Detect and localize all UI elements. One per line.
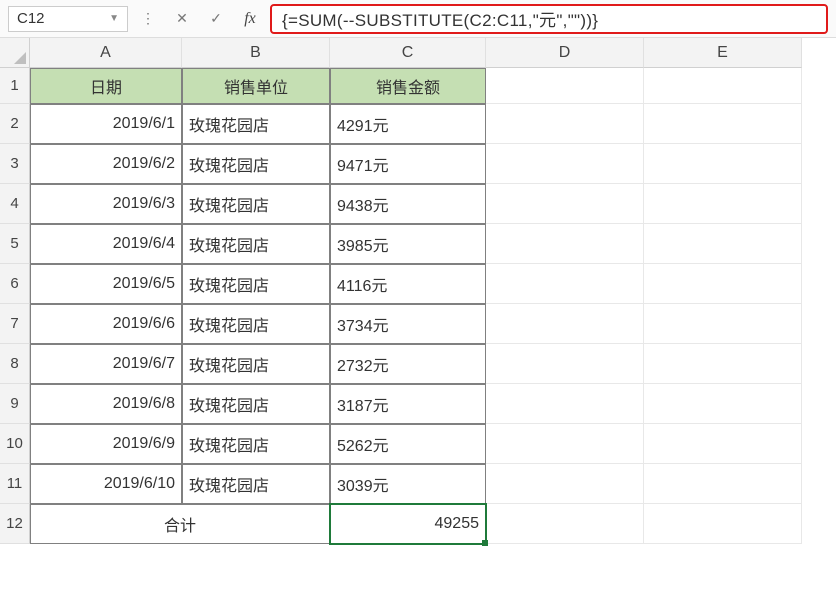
- cell-amount-6[interactable]: 4116元: [330, 264, 486, 304]
- formula-input[interactable]: {=SUM(--SUBSTITUTE(C2:C11,"元",""))}: [270, 4, 828, 34]
- cell-E5[interactable]: [644, 224, 802, 264]
- cell-branch-8[interactable]: 玫瑰花园店: [182, 344, 330, 384]
- cell-E9[interactable]: [644, 384, 802, 424]
- cancel-icon: ✕: [176, 10, 188, 27]
- cell-date-6[interactable]: 2019/6/5: [30, 264, 182, 304]
- cell-E4[interactable]: [644, 184, 802, 224]
- row-header-8[interactable]: 8: [0, 344, 30, 384]
- header-branch[interactable]: 销售单位: [182, 68, 330, 104]
- cell-date-10[interactable]: 2019/6/9: [30, 424, 182, 464]
- cell-E10[interactable]: [644, 424, 802, 464]
- column-header-C[interactable]: C: [330, 38, 486, 68]
- row-header-7[interactable]: 7: [0, 304, 30, 344]
- formula-separator: ⋮: [134, 6, 162, 32]
- row-headers: 123456789101112: [0, 68, 30, 544]
- formula-text: {=SUM(--SUBSTITUTE(C2:C11,"元",""))}: [282, 6, 598, 31]
- cell-D3[interactable]: [486, 144, 644, 184]
- insert-function-button[interactable]: fx: [236, 6, 264, 32]
- cell-E7[interactable]: [644, 304, 802, 344]
- name-box[interactable]: C12 ▼: [8, 6, 128, 32]
- cell-branch-9[interactable]: 玫瑰花园店: [182, 384, 330, 424]
- cell-date-3[interactable]: 2019/6/2: [30, 144, 182, 184]
- header-date[interactable]: 日期: [30, 68, 182, 104]
- cell-date-7[interactable]: 2019/6/6: [30, 304, 182, 344]
- select-all-triangle[interactable]: [0, 38, 30, 68]
- cell-amount-4[interactable]: 9438元: [330, 184, 486, 224]
- cell-date-9[interactable]: 2019/6/8: [30, 384, 182, 424]
- row-header-3[interactable]: 3: [0, 144, 30, 184]
- cell-D9[interactable]: [486, 384, 644, 424]
- cell-branch-6[interactable]: 玫瑰花园店: [182, 264, 330, 304]
- cell-D2[interactable]: [486, 104, 644, 144]
- cell-date-2[interactable]: 2019/6/1: [30, 104, 182, 144]
- row-header-5[interactable]: 5: [0, 224, 30, 264]
- cell-date-8[interactable]: 2019/6/7: [30, 344, 182, 384]
- cell-amount-7[interactable]: 3734元: [330, 304, 486, 344]
- cell-grid[interactable]: 日期销售单位销售金额2019/6/1玫瑰花园店4291元2019/6/2玫瑰花园…: [30, 68, 836, 591]
- row-header-10[interactable]: 10: [0, 424, 30, 464]
- name-box-value: C12: [17, 10, 45, 27]
- cell-branch-4[interactable]: 玫瑰花园店: [182, 184, 330, 224]
- cell-E1[interactable]: [644, 68, 802, 104]
- cell-date-11[interactable]: 2019/6/10: [30, 464, 182, 504]
- cell-E12[interactable]: [644, 504, 802, 544]
- row-header-11[interactable]: 11: [0, 464, 30, 504]
- row-header-2[interactable]: 2: [0, 104, 30, 144]
- cell-E11[interactable]: [644, 464, 802, 504]
- cell-E8[interactable]: [644, 344, 802, 384]
- cell-branch-7[interactable]: 玫瑰花园店: [182, 304, 330, 344]
- row-header-1[interactable]: 1: [0, 68, 30, 104]
- cell-D4[interactable]: [486, 184, 644, 224]
- cell-D5[interactable]: [486, 224, 644, 264]
- row-header-9[interactable]: 9: [0, 384, 30, 424]
- cancel-formula-button[interactable]: ✕: [168, 6, 196, 32]
- excel-window: C12 ▼ ⋮ ✕ ✓ fx {=SUM(--SUBSTITUTE(C2:C11…: [0, 0, 836, 591]
- row-header-12[interactable]: 12: [0, 504, 30, 544]
- cell-amount-9[interactable]: 3187元: [330, 384, 486, 424]
- confirm-formula-button[interactable]: ✓: [202, 6, 230, 32]
- column-header-E[interactable]: E: [644, 38, 802, 68]
- column-header-B[interactable]: B: [182, 38, 330, 68]
- column-headers: ABCDE: [30, 38, 836, 68]
- cell-D6[interactable]: [486, 264, 644, 304]
- chevron-down-icon[interactable]: ▼: [109, 13, 119, 24]
- cell-D8[interactable]: [486, 344, 644, 384]
- formula-bar: C12 ▼ ⋮ ✕ ✓ fx {=SUM(--SUBSTITUTE(C2:C11…: [0, 0, 836, 38]
- row-header-4[interactable]: 4: [0, 184, 30, 224]
- cell-amount-2[interactable]: 4291元: [330, 104, 486, 144]
- cell-amount-5[interactable]: 3985元: [330, 224, 486, 264]
- column-header-A[interactable]: A: [30, 38, 182, 68]
- cell-E6[interactable]: [644, 264, 802, 304]
- cell-E3[interactable]: [644, 144, 802, 184]
- cell-amount-8[interactable]: 2732元: [330, 344, 486, 384]
- cell-D11[interactable]: [486, 464, 644, 504]
- cell-branch-11[interactable]: 玫瑰花园店: [182, 464, 330, 504]
- cell-amount-10[interactable]: 5262元: [330, 424, 486, 464]
- cell-D7[interactable]: [486, 304, 644, 344]
- cell-E2[interactable]: [644, 104, 802, 144]
- cell-D10[interactable]: [486, 424, 644, 464]
- worksheet[interactable]: ABCDE 123456789101112 日期销售单位销售金额2019/6/1…: [0, 38, 836, 591]
- cell-D12[interactable]: [486, 504, 644, 544]
- cell-branch-2[interactable]: 玫瑰花园店: [182, 104, 330, 144]
- cell-branch-5[interactable]: 玫瑰花园店: [182, 224, 330, 264]
- row-header-6[interactable]: 6: [0, 264, 30, 304]
- footer-total[interactable]: 49255: [330, 504, 486, 544]
- cell-branch-3[interactable]: 玫瑰花园店: [182, 144, 330, 184]
- column-header-D[interactable]: D: [486, 38, 644, 68]
- cell-amount-3[interactable]: 9471元: [330, 144, 486, 184]
- cell-branch-10[interactable]: 玫瑰花园店: [182, 424, 330, 464]
- footer-label[interactable]: 合计: [30, 504, 330, 544]
- header-amount[interactable]: 销售金额: [330, 68, 486, 104]
- cell-amount-11[interactable]: 3039元: [330, 464, 486, 504]
- check-icon: ✓: [210, 10, 222, 27]
- cell-D1[interactable]: [486, 68, 644, 104]
- fx-icon: fx: [244, 10, 256, 28]
- cell-date-5[interactable]: 2019/6/4: [30, 224, 182, 264]
- cell-date-4[interactable]: 2019/6/3: [30, 184, 182, 224]
